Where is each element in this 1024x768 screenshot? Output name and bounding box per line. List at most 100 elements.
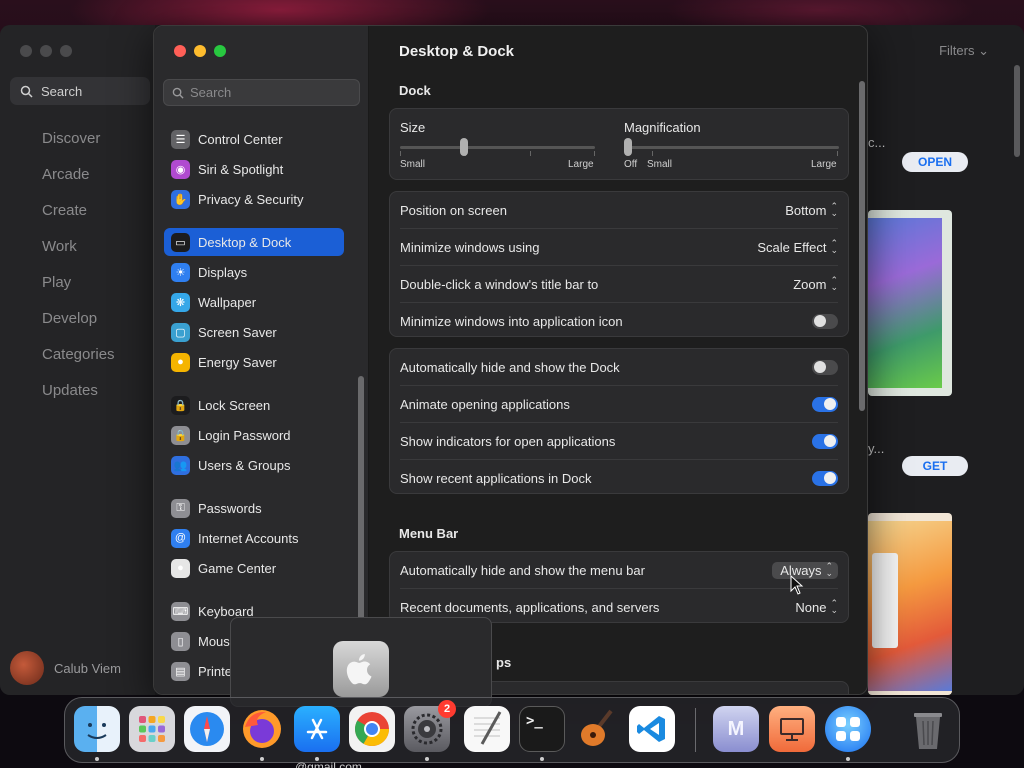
textedit-app-icon[interactable] (464, 706, 510, 752)
autohide-toggle[interactable] (812, 359, 838, 375)
sidebar-item-login-password[interactable]: 🔒 Login Password (164, 421, 344, 449)
size-slider-knob[interactable] (460, 138, 468, 156)
apple-logo-icon[interactable] (333, 641, 389, 697)
minimize-icon-toggle[interactable] (812, 313, 838, 329)
nav-arcade[interactable]: Arcade (42, 166, 115, 202)
appstore-scrollbar[interactable] (1014, 65, 1020, 157)
indicators-toggle[interactable] (812, 433, 838, 449)
keynote-app-icon[interactable] (769, 706, 815, 752)
mail-app-icon[interactable]: M (713, 706, 759, 752)
position-value: Bottom (785, 202, 827, 218)
nav-discover[interactable]: Discover (42, 130, 115, 166)
menubar-autohide-popup[interactable]: Always ⌃ ⌄ (772, 561, 838, 579)
filters-button[interactable]: Filters ⌄ (939, 43, 989, 59)
nav-work[interactable]: Work (42, 238, 115, 274)
minimize-value: Scale Effect (757, 239, 827, 255)
appstore-user[interactable]: Calub Viem (10, 651, 121, 685)
autohide-label: Automatically hide and show the Dock (400, 359, 620, 375)
sidebar-item-siri-spotlight[interactable]: ◉ Siri & Spotlight (164, 155, 344, 183)
finder-app-icon[interactable] (74, 706, 120, 752)
settings-search[interactable] (163, 79, 360, 106)
app-screenshot-thumbnail[interactable] (868, 210, 952, 396)
toggle-knob (824, 398, 836, 410)
sidebar-item-label: Control Center (198, 131, 283, 147)
size-label: Size (400, 120, 426, 135)
nav-categories[interactable]: Categories (42, 346, 115, 382)
terminal-app-icon[interactable]: >_ (519, 706, 565, 752)
minimize-row: Minimize windows using Scale Effect ⌃ ⌄ (400, 237, 838, 257)
nav-updates[interactable]: Updates (42, 382, 115, 418)
mous-icon: ▯ (171, 631, 190, 651)
sidebar-scrollbar[interactable] (358, 376, 364, 621)
app-switcher-overlay (230, 617, 492, 707)
mouse-pointer-icon (790, 574, 804, 600)
sidebar-item-label: Energy Saver (198, 354, 277, 370)
launchpad-app-icon[interactable] (129, 706, 175, 752)
minimize-dot-icon[interactable] (40, 45, 52, 57)
sidebar-item-screen-saver[interactable]: ▢ Screen Saver (164, 318, 344, 346)
toggle-knob (814, 361, 826, 373)
open-button[interactable]: OPEN (902, 152, 968, 172)
dock: 2 >_ M (64, 697, 960, 763)
magnification-slider-track[interactable] (624, 146, 839, 149)
firefox-app-icon[interactable] (239, 706, 285, 752)
minimize-popup[interactable]: Scale Effect ⌃ ⌄ (757, 239, 838, 255)
mag-small-label: Small (647, 159, 673, 170)
sidebar-item-privacy-security[interactable]: ✋ Privacy & Security (164, 185, 344, 213)
divider (400, 228, 838, 229)
control-center-icon: ☰ (171, 129, 190, 149)
animate-toggle[interactable] (812, 396, 838, 412)
filters-label: Filters (939, 43, 975, 58)
sidebar-item-users-groups[interactable]: 👥 Users & Groups (164, 451, 344, 479)
recent-apps-row: Show recent applications in Dock (400, 468, 838, 488)
slider-tick (530, 151, 531, 156)
recent-apps-toggle[interactable] (812, 470, 838, 486)
size-slider-track[interactable] (400, 146, 595, 149)
lock-screen-icon: 🔒 (171, 395, 190, 415)
dock-section-title: Dock (399, 83, 431, 98)
get-button[interactable]: GET (902, 456, 968, 476)
system-settings-app-icon[interactable]: 2 (404, 700, 456, 752)
app-store-app-icon[interactable] (294, 706, 340, 752)
nav-develop[interactable]: Develop (42, 310, 115, 346)
system-settings-window: ☰ Control Center ◉ Siri & Spotlight ✋ Privacy… (153, 25, 868, 695)
appstore-search[interactable]: Search (10, 77, 150, 105)
garageband-app-icon[interactable] (574, 706, 620, 752)
sidebar-item-energy-saver[interactable]: ● Energy Saver (164, 348, 344, 376)
dblclick-popup[interactable]: Zoom ⌃ ⌄ (793, 276, 838, 292)
sidebar-item-label: Screen Saver (198, 324, 277, 340)
chrome-app-icon[interactable] (349, 706, 395, 752)
safari-app-icon[interactable] (184, 706, 230, 752)
sidebar-item-label: Login Password (198, 427, 291, 443)
recent-docs-popup[interactable]: None ⌃ ⌄ (795, 598, 838, 615)
position-label: Position on screen (400, 202, 507, 218)
screens-app-icon[interactable] (825, 706, 871, 752)
main-scrollbar[interactable] (859, 81, 865, 411)
nav-play[interactable]: Play (42, 274, 115, 310)
sidebar-item-internet-accounts[interactable]: @ Internet Accounts (164, 524, 344, 552)
app-screenshot-thumbnail[interactable] (868, 513, 952, 695)
sidebar-item-passwords[interactable]: ⚿ Passwords (164, 494, 344, 522)
close-button-icon[interactable] (174, 45, 186, 57)
close-dot-icon[interactable] (20, 45, 32, 57)
search-input[interactable] (190, 85, 350, 100)
mail-letter: M (727, 717, 745, 740)
sidebar-item-desktop-dock[interactable]: ▭ Desktop & Dock (164, 228, 344, 256)
sidebar-item-displays[interactable]: ☀ Displays (164, 258, 344, 286)
sidebar-item-lock-screen[interactable]: 🔒 Lock Screen (164, 391, 344, 419)
trash-icon[interactable] (905, 706, 951, 752)
notification-badge: 2 (438, 700, 456, 718)
zoom-button-icon[interactable] (214, 45, 226, 57)
sidebar-item-game-center[interactable]: ● Game Center (164, 554, 344, 582)
size-large-label: Large (568, 159, 594, 170)
sidebar-item-label: Users & Groups (198, 457, 291, 473)
nav-create[interactable]: Create (42, 202, 115, 238)
position-popup[interactable]: Bottom ⌃ ⌄ (785, 202, 838, 218)
zoom-dot-icon[interactable] (60, 45, 72, 57)
magnification-slider-knob[interactable] (624, 138, 632, 156)
sidebar-item-control-center[interactable]: ☰ Control Center (164, 125, 344, 153)
sidebar-item-wallpaper[interactable]: ❋ Wallpaper (164, 288, 344, 316)
updown-chevron-icon: ⌃ ⌄ (830, 598, 838, 615)
vscode-app-icon[interactable] (629, 706, 675, 752)
minimize-button-icon[interactable] (194, 45, 206, 57)
